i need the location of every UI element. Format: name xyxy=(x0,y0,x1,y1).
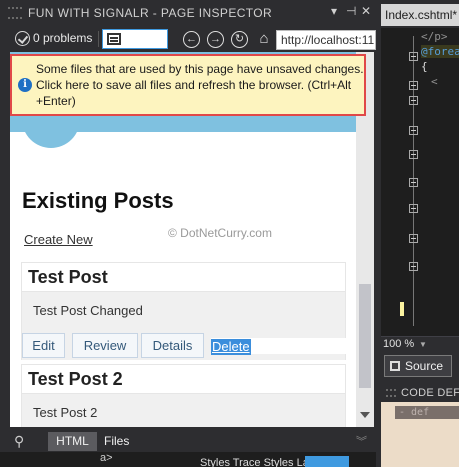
post-title: Test Post 2 xyxy=(21,364,346,394)
change-marker xyxy=(400,302,404,316)
fold-toggle-icon[interactable] xyxy=(409,96,418,105)
post-card: Test Post 2 Test Post 2 xyxy=(21,364,346,427)
source-label: Source xyxy=(405,359,444,373)
tab-files[interactable]: Files xyxy=(104,432,129,451)
fold-toggle-icon[interactable] xyxy=(409,234,418,243)
page-heading: Existing Posts xyxy=(22,188,174,213)
inspector-toolbar: 0 problems ← → ↻ ⌂ http://localhost:11 xyxy=(0,26,376,52)
selected-style-tab[interactable] xyxy=(305,456,349,467)
pin-icon[interactable]: ⊣ xyxy=(346,4,357,18)
code-line: @foreach xyxy=(421,45,459,58)
code-definition-title: CODE DEFINITION xyxy=(381,384,459,402)
drag-grip-icon[interactable] xyxy=(386,389,396,397)
watermark: © DotNetCurry.com xyxy=(168,226,272,240)
problems-status-icon xyxy=(15,31,30,46)
fold-toggle-icon[interactable] xyxy=(409,262,418,271)
code-line: < xyxy=(431,75,438,88)
home-icon[interactable]: ⌂ xyxy=(255,30,273,48)
dom-inspect-icon[interactable]: ⚲ xyxy=(14,433,32,449)
drag-grip-icon[interactable] xyxy=(8,7,22,19)
tab-html[interactable]: HTML xyxy=(48,432,97,451)
notification-message[interactable]: Some files that are used by this page ha… xyxy=(36,61,364,109)
panel-title: FUN WITH SIGNALR - PAGE INSPECTOR xyxy=(28,6,273,20)
info-icon: i xyxy=(18,78,32,92)
zoom-value: 100 % xyxy=(383,338,415,350)
url-bar[interactable]: http://localhost:11 xyxy=(276,30,376,50)
scrollbar-thumb[interactable] xyxy=(359,284,371,388)
fold-toggle-icon[interactable] xyxy=(409,178,418,187)
details-button[interactable]: Details xyxy=(141,333,204,358)
page-inspector-panel: FUN WITH SIGNALR - PAGE INSPECTOR ▾ ⊣ ✕ … xyxy=(0,0,376,467)
dom-tag-text[interactable]: a> xyxy=(100,452,113,464)
create-new-link[interactable]: Create New xyxy=(24,232,93,247)
editor-column: Index.cshtml* </p> @foreach { < 100 % xyxy=(376,0,459,467)
edit-button[interactable]: Edit xyxy=(22,333,65,358)
problems-count[interactable]: 0 problems xyxy=(33,31,92,45)
delete-link[interactable]: Delete xyxy=(211,338,347,355)
delete-link-label[interactable]: Delete xyxy=(211,339,251,355)
panel-title-bar: FUN WITH SIGNALR - PAGE INSPECTOR ▾ ⊣ ✕ xyxy=(0,0,376,26)
post-card: Test Post Test Post Changed Edit Review … xyxy=(21,262,347,360)
toolbar-separator xyxy=(98,31,99,47)
post-actions: Edit Review Details Delete xyxy=(21,332,347,360)
post-body: Test Post Changed xyxy=(21,292,346,332)
fold-toggle-icon[interactable] xyxy=(409,126,418,135)
tab-index-cshtml[interactable]: Index.cshtml* xyxy=(381,4,459,26)
forward-icon[interactable]: → xyxy=(207,31,224,48)
post-body: Test Post 2 xyxy=(21,394,346,427)
source-button[interactable]: Source xyxy=(384,355,452,377)
close-icon[interactable]: ✕ xyxy=(361,4,371,18)
fold-toggle-icon[interactable] xyxy=(409,150,418,159)
inspector-bottom-bar: ⚲ HTML Files ︾ a> Styles Trace Styles La… xyxy=(0,427,376,467)
code-definition-panel: - def xyxy=(381,402,459,467)
zoom-level[interactable]: 100 % ▼ xyxy=(381,336,459,352)
editor-gutter xyxy=(381,28,419,336)
panel-dropdown-icon[interactable]: ▾ xyxy=(331,4,337,18)
fold-toggle-icon[interactable] xyxy=(409,204,418,213)
back-icon[interactable]: ← xyxy=(183,31,200,48)
select-element-icon xyxy=(107,33,121,45)
code-line: { xyxy=(421,60,428,73)
collapse-chevron-icon[interactable]: ︾ xyxy=(356,433,367,449)
code-line: </p> xyxy=(421,30,448,43)
scroll-down-icon[interactable] xyxy=(360,412,370,418)
code-definition-label: CODE DEFINITION xyxy=(401,387,459,399)
details-strip: a> Styles Trace Styles Layout Attr xyxy=(0,452,376,467)
source-icon xyxy=(390,361,400,371)
fold-toggle-icon[interactable] xyxy=(409,52,418,61)
code-editor[interactable]: </p> @foreach { < xyxy=(381,28,459,336)
refresh-icon[interactable]: ↻ xyxy=(231,31,248,48)
code-definition-line: - def xyxy=(395,406,459,419)
post-title: Test Post xyxy=(21,262,346,292)
unsaved-changes-notification[interactable]: i Some files that are used by this page … xyxy=(10,54,366,116)
inspect-mode-button[interactable] xyxy=(102,29,168,49)
zoom-dropdown-icon[interactable]: ▼ xyxy=(419,337,427,352)
review-button[interactable]: Review xyxy=(72,333,138,358)
fold-toggle-icon[interactable] xyxy=(409,81,418,90)
